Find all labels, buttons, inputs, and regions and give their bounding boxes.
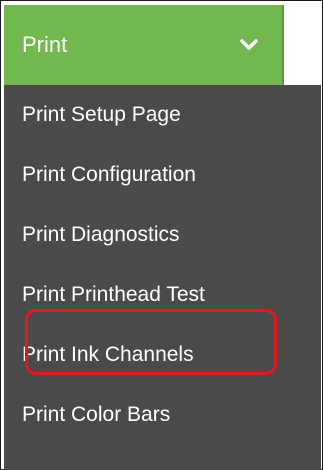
menu-item-print-ink-channels[interactable]: Print Ink Channels [4,325,321,385]
menu-item-print-printhead-test[interactable]: Print Printhead Test [4,265,321,325]
menu-item-print-diagnostics[interactable]: Print Diagnostics [4,205,321,265]
header-blank-area [284,5,321,85]
chevron-down-icon [240,39,258,50]
print-menu-list: Print Setup Page Print Configuration Pri… [4,85,321,445]
menu-item-print-configuration[interactable]: Print Configuration [4,145,321,205]
menu-item-print-setup-page[interactable]: Print Setup Page [4,85,321,145]
print-menu-panel: Print Print Setup Page Print Configurati… [4,5,321,470]
dropdown-title: Print [22,32,68,57]
print-dropdown-header[interactable]: Print [4,5,284,85]
menu-item-print-color-bars[interactable]: Print Color Bars [4,385,321,445]
